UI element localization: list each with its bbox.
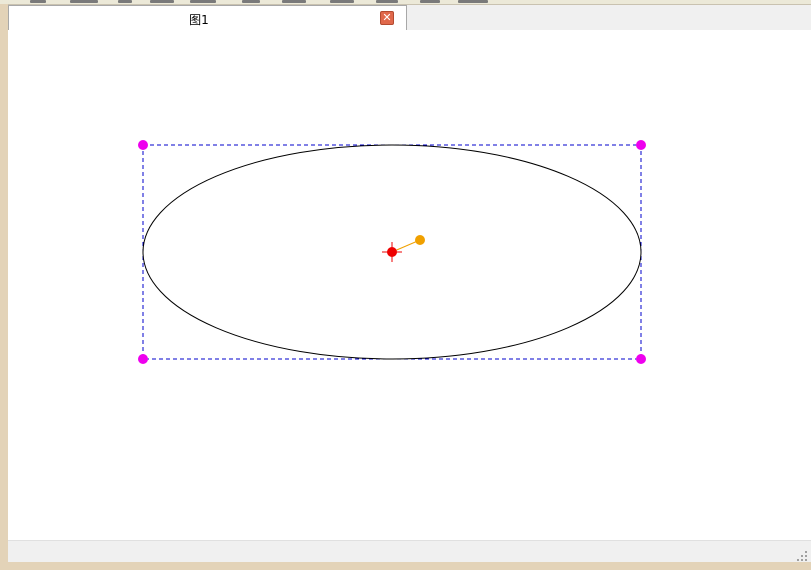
window-bottom-border (0, 562, 811, 570)
resize-handle-top-right[interactable] (636, 140, 646, 150)
resize-grip-icon[interactable] (797, 551, 807, 561)
canvas-svg (138, 140, 646, 364)
resize-handle-top-left[interactable] (138, 140, 148, 150)
drawing-canvas[interactable] (8, 30, 811, 540)
app-window: 图1 ✕ (0, 0, 811, 570)
status-bar (8, 540, 811, 563)
rotation-handle[interactable] (415, 235, 425, 245)
tab-figure-1[interactable]: 图1 ✕ (8, 5, 407, 30)
close-icon[interactable]: ✕ (380, 11, 394, 25)
resize-handle-bottom-right[interactable] (636, 354, 646, 364)
resize-handle-bottom-left[interactable] (138, 354, 148, 364)
tab-label: 图1 (189, 13, 209, 27)
window-left-border (0, 4, 8, 570)
center-marker[interactable] (382, 242, 402, 262)
document-tab-bar: 图1 ✕ (8, 5, 811, 31)
